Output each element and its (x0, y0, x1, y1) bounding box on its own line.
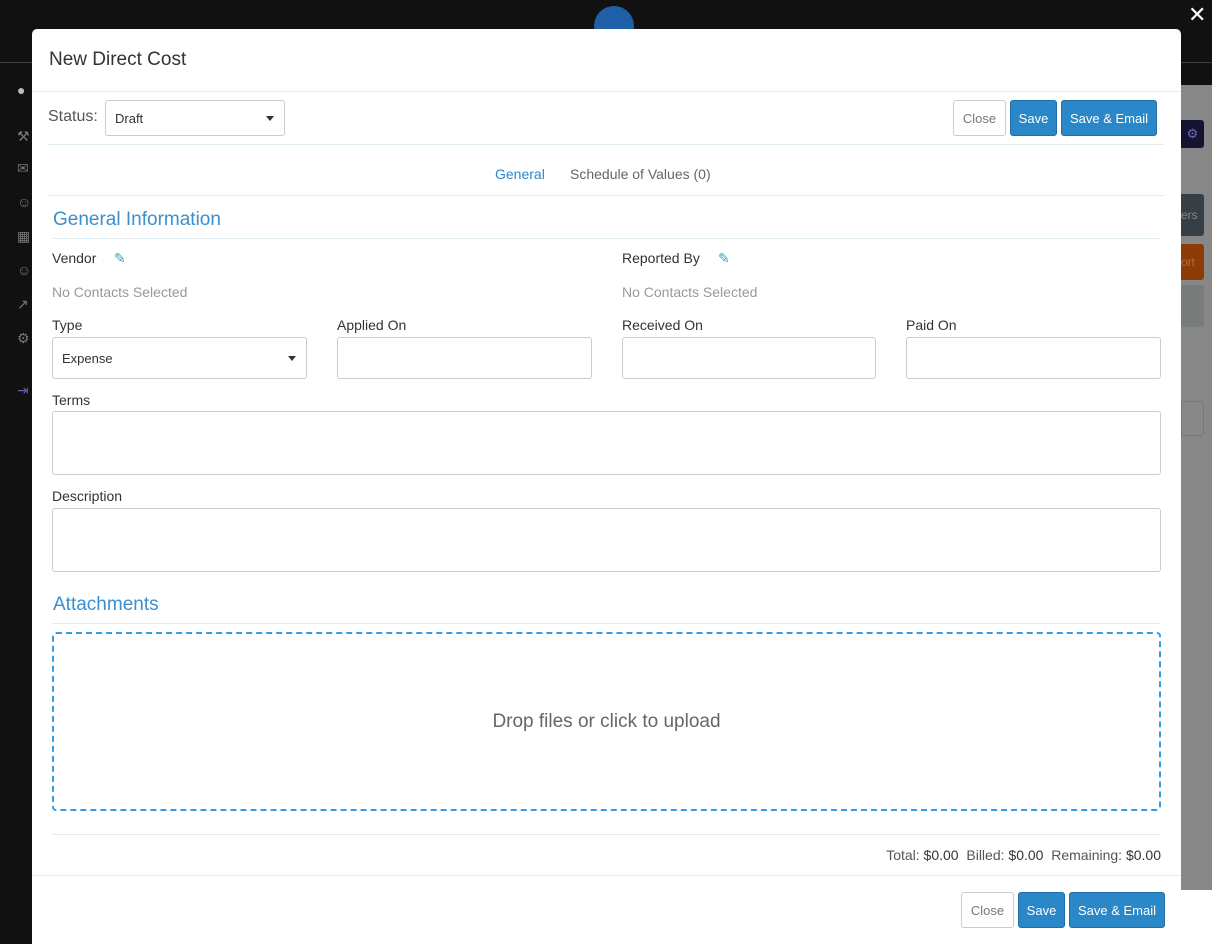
calendar-icon: ▦ (17, 228, 31, 244)
location-icon: ● (17, 82, 26, 98)
type-select[interactable]: Expense (52, 337, 307, 379)
user-icon: ☺ (17, 262, 32, 278)
type-value: Expense (62, 350, 113, 366)
background-pager (1181, 401, 1204, 436)
dropzone-text: Drop files or click to upload (492, 710, 721, 732)
chart-icon: ↗ (17, 296, 29, 312)
mail-icon: ✉ (17, 160, 29, 176)
remaining-value: $0.00 (1125, 847, 1161, 863)
divider (32, 875, 1181, 876)
divider (52, 623, 1161, 624)
users-icon: ☺ (17, 194, 32, 210)
divider (52, 834, 1161, 835)
modal-title: New Direct Cost (49, 49, 187, 70)
close-button[interactable]: Close (953, 100, 1006, 136)
status-value: Draft (115, 110, 144, 126)
status-label: Status: (48, 108, 98, 125)
close-icon[interactable]: ✕ (1188, 2, 1206, 28)
paid-on-label: Paid On (906, 317, 957, 333)
general-information-heading: General Information (53, 209, 221, 230)
applied-on-input[interactable] (337, 337, 592, 379)
remaining-label: Remaining: (1051, 847, 1123, 863)
billed-value: $0.00 (1008, 847, 1044, 863)
background-panel (1181, 285, 1204, 327)
footer-save-button[interactable]: Save (1018, 892, 1065, 928)
background-button-2: ort (1181, 244, 1204, 280)
settings-button-bg: ⚙ (1181, 120, 1204, 148)
received-on-label: Received On (622, 317, 703, 333)
background-button-1: ers (1181, 194, 1204, 236)
caret-down-icon (266, 116, 274, 121)
received-on-input[interactable] (622, 337, 876, 379)
description-label: Description (52, 488, 123, 504)
edit-vendor-pencil-icon[interactable]: ✎ (114, 250, 126, 267)
save-button[interactable]: Save (1010, 100, 1057, 136)
gear-icon: ⚙ (17, 330, 30, 346)
divider (48, 195, 1164, 196)
caret-down-icon (288, 356, 296, 361)
save-email-button[interactable]: Save & Email (1061, 100, 1157, 136)
terms-textarea[interactable] (52, 411, 1161, 475)
paid-on-input[interactable] (906, 337, 1161, 379)
status-select[interactable]: Draft (105, 100, 285, 136)
tab-schedule-of-values[interactable]: Schedule of Values (0) (570, 166, 711, 182)
description-textarea[interactable] (52, 508, 1161, 572)
footer-close-button[interactable]: Close (961, 892, 1014, 928)
logout-icon: ⇥ (17, 382, 29, 398)
vendor-label: Vendor (52, 250, 97, 266)
file-dropzone[interactable]: Drop files or click to upload (52, 632, 1161, 811)
edit-reported-by-pencil-icon[interactable]: ✎ (718, 250, 730, 267)
total-value: $0.00 (923, 847, 959, 863)
totals-summary: Total: $0.00 Billed: $0.00 Remaining: $0… (886, 847, 1161, 863)
reported-by-value: No Contacts Selected (622, 284, 758, 300)
applied-on-label: Applied On (337, 317, 407, 333)
vendor-value: No Contacts Selected (52, 284, 188, 300)
hammer-icon: ⚒ (17, 128, 30, 144)
divider (32, 91, 1181, 92)
divider (52, 238, 1161, 239)
billed-label: Billed: (966, 847, 1005, 863)
tab-general[interactable]: General (495, 166, 545, 182)
new-direct-cost-modal: New Direct Cost Status: Draft Close Save… (32, 29, 1181, 944)
type-label: Type (52, 317, 83, 333)
attachments-heading: Attachments (53, 594, 159, 615)
divider (48, 144, 1164, 145)
total-label: Total: (886, 847, 920, 863)
terms-label: Terms (52, 392, 91, 408)
reported-by-label: Reported By (622, 250, 700, 266)
footer-save-email-button[interactable]: Save & Email (1069, 892, 1165, 928)
